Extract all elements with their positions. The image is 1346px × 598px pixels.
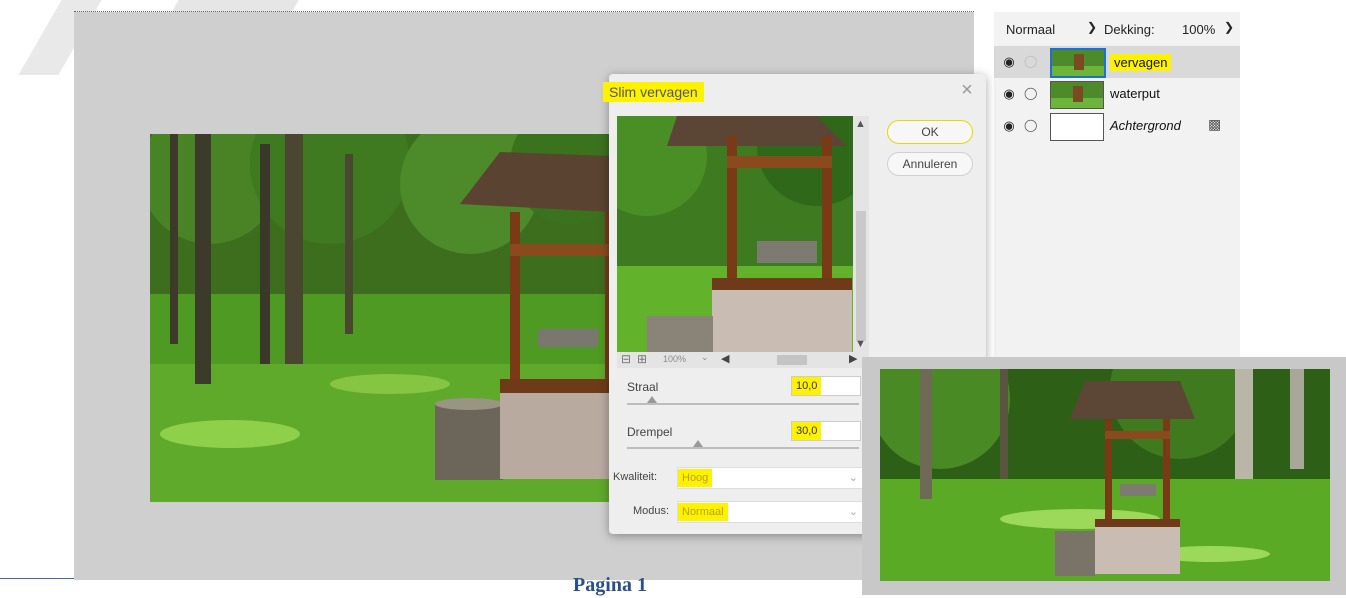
result-photo	[880, 369, 1330, 581]
horizontal-scrollbar-thumb[interactable]	[777, 355, 807, 365]
chevron-down-icon[interactable]: ❯	[1224, 20, 1234, 34]
layers-panel: Normaal ❯ Dekking: 100% ❯ ◉ ◯ vervagen ◉…	[994, 12, 1240, 360]
mode-select[interactable]: Normaal ⌄	[677, 501, 863, 523]
zoom-level: 100%	[663, 354, 687, 364]
layer-name: waterput	[1110, 86, 1160, 101]
zoom-in-icon[interactable]: ⊞	[637, 352, 647, 366]
footer-rule	[0, 578, 74, 579]
canvas-top-border	[74, 11, 974, 13]
preview-vertical-scrollbar[interactable]: ▲ ▼	[853, 116, 869, 352]
layer-thumbnail	[1050, 81, 1104, 109]
link-icon[interactable]: ◯	[1024, 54, 1037, 70]
chevron-down-icon[interactable]: ⌄	[701, 352, 709, 363]
eye-icon[interactable]: ◉	[1002, 119, 1016, 133]
cancel-button[interactable]: Annuleren	[887, 152, 973, 176]
scroll-down-icon[interactable]: ▼	[855, 338, 866, 350]
threshold-slider-track[interactable]	[627, 447, 859, 449]
radius-slider-handle[interactable]	[647, 396, 657, 403]
quality-value: Hoog	[678, 469, 713, 487]
link-icon[interactable]: ◯	[1024, 86, 1037, 102]
threshold-value: 30,0	[792, 422, 822, 440]
scroll-right-icon[interactable]: ▶	[849, 352, 857, 365]
scroll-left-icon[interactable]: ◀	[721, 352, 729, 365]
mode-label: Modus:	[633, 505, 670, 517]
threshold-label: Drempel	[627, 425, 673, 439]
radius-label: Straal	[627, 380, 659, 394]
lock-icon: ▩	[1208, 116, 1222, 132]
chevron-down-icon[interactable]: ❯	[1087, 20, 1097, 34]
chevron-down-icon[interactable]: ⌄	[849, 468, 858, 488]
link-icon[interactable]: ◯	[1024, 118, 1037, 134]
layer-row-achtergrond[interactable]: ◉ ◯ Achtergrond ▩	[994, 110, 1240, 142]
chevron-down-icon[interactable]: ⌄	[849, 502, 858, 522]
radius-slider-track[interactable]	[627, 403, 859, 405]
zoom-out-icon[interactable]: ⊟	[621, 352, 631, 366]
opacity-label: Dekking:	[1104, 22, 1155, 37]
layer-name: vervagen	[1110, 54, 1172, 71]
layer-row-vervagen[interactable]: ◉ ◯ vervagen	[994, 46, 1240, 78]
preview-image[interactable]	[617, 116, 853, 352]
layers-header: Normaal ❯ Dekking: 100% ❯	[994, 12, 1240, 46]
close-icon[interactable]: ×	[957, 80, 977, 100]
main-photo	[150, 134, 610, 502]
page-number: Pagina 1	[573, 574, 647, 596]
threshold-slider-handle[interactable]	[693, 440, 703, 447]
eye-icon[interactable]: ◉	[1002, 55, 1016, 69]
preview-zoom-bar: ⊟ ⊞ 100% ⌄ ◀ ▶	[617, 352, 869, 368]
layer-name: Achtergrond	[1110, 118, 1181, 133]
ok-button[interactable]: OK	[887, 120, 973, 144]
threshold-input[interactable]: 30,0	[791, 421, 861, 441]
dialog-title: Slim vervagen	[603, 82, 704, 102]
quality-select[interactable]: Hoog ⌄	[677, 467, 863, 489]
radius-value: 10,0	[792, 377, 822, 395]
opacity-value[interactable]: 100%	[1182, 22, 1215, 37]
eye-icon[interactable]: ◉	[1002, 87, 1016, 101]
scroll-up-icon[interactable]: ▲	[855, 118, 866, 130]
result-frame	[862, 357, 1346, 595]
mode-value: Normaal	[678, 503, 728, 521]
scrollbar-thumb[interactable]	[856, 211, 866, 341]
layer-thumbnail	[1050, 48, 1106, 78]
blend-mode-select[interactable]: Normaal	[1006, 22, 1055, 37]
layer-thumbnail	[1050, 113, 1104, 141]
radius-input[interactable]: 10,0	[791, 376, 861, 396]
layer-row-waterput[interactable]: ◉ ◯ waterput	[994, 78, 1240, 110]
quality-label: Kwaliteit:	[613, 471, 658, 483]
